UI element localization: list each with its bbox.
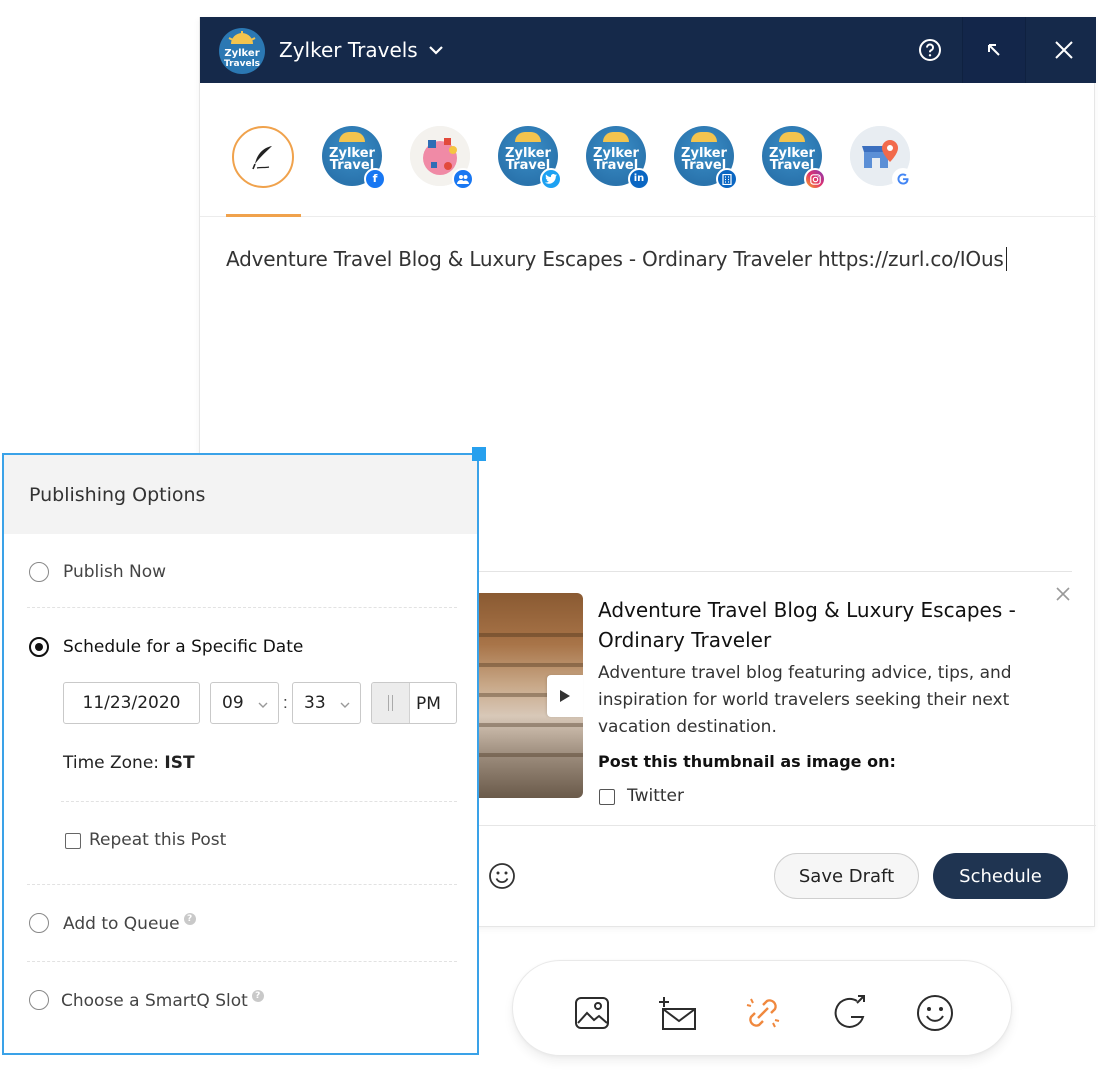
divider [478,825,1096,826]
panel-header: Publishing Options [4,455,477,534]
post-text-editor[interactable]: Adventure Travel Blog & Luxury Escapes -… [226,247,1007,271]
schedule-button[interactable]: Schedule [933,853,1068,899]
add-to-queue-label: Add to Queue [63,914,180,934]
emoji-icon [917,995,953,1031]
panel-title: Publishing Options [29,484,206,506]
post-text: Adventure Travel Blog & Luxury Escapes -… [226,247,1004,271]
schedule-date-field[interactable]: 11/23/2020 [63,682,200,724]
active-tab-indicator [226,214,301,217]
smartq-slot-label: Choose a SmartQ Slot [61,991,248,1011]
hour-select[interactable]: 09 [210,682,279,724]
divider [61,801,457,802]
add-to-queue-radio[interactable] [29,913,49,933]
close-icon [1056,587,1070,601]
share-icon [834,995,865,1028]
minute-select[interactable]: 33 [292,682,361,724]
help-icon[interactable]: ? [183,913,196,925]
profile-facebook[interactable]: Zylker Travel f [322,126,386,190]
profile-twitter[interactable]: Zylker Travel [498,126,562,190]
svg-text:Zylker: Zylker [224,48,259,59]
minimize-button[interactable] [962,17,1026,83]
timezone-label: Time Zone: [63,753,160,773]
twitter-icon [540,168,562,190]
text-caret [1005,247,1007,271]
arrow-up-left-icon [988,44,1000,56]
divider [27,961,457,962]
preview-title: Adventure Travel Blog & Luxury Escapes -… [598,598,1016,652]
minute-value: 33 [304,693,326,713]
link-icon [746,998,780,1028]
timezone-value: IST [164,753,195,773]
link-shortener-button[interactable] [741,991,785,1035]
share-button[interactable] [827,991,871,1035]
facebook-icon: f [364,168,386,190]
remove-preview-button[interactable] [1054,585,1072,608]
timezone-display: Time Zone: IST [63,753,195,773]
profile-linkedin[interactable]: Zylker Travel in [586,126,650,190]
play-thumbnail-button[interactable] [547,675,583,717]
divider [27,607,457,608]
chevron-down-icon[interactable] [428,42,444,63]
panel-resize-handle[interactable] [472,447,486,461]
divider [27,884,457,885]
close-icon [1055,41,1073,59]
emoji-picker-button[interactable] [913,991,957,1035]
building-icon [716,168,738,190]
emoji-button[interactable] [488,862,516,895]
image-icon [575,997,609,1029]
google-icon [892,168,914,190]
thumbnail-post-label: Post this thumbnail as image on: [598,752,896,771]
repeat-post-label[interactable]: Repeat this Post [89,830,226,850]
instagram-icon [804,168,826,190]
divider [478,571,1072,572]
group-icon [452,168,474,190]
brand-logo: Zylker Travels [219,28,265,74]
smartq-slot-radio[interactable] [29,990,49,1010]
twitter-thumbnail-label: Twitter [627,786,684,806]
chevron-down-icon [257,696,269,716]
play-icon [560,690,570,702]
time-separator: : [283,693,288,712]
am-pm-toggle[interactable]: PM [371,682,457,724]
smartq-slot-option[interactable]: Choose a SmartQ Slot? [61,990,264,1011]
profile-linkedin-page[interactable]: Zylker Travel [674,126,738,190]
profile-facebook-group[interactable] [410,126,474,190]
help-icon [919,39,941,61]
profile-selector: Zylker Travel f Zylker Travel Zylker Tra… [200,83,1096,217]
compose-tab[interactable] [232,126,294,188]
compose-toolbar [512,960,1012,1056]
quill-pen-icon [252,146,272,170]
meridiem-value: PM [416,694,441,714]
composer-header: Zylker Travels Zylker Travels [200,17,1096,83]
svg-text:Travels: Travels [224,59,260,69]
linkedin-icon: in [628,168,650,190]
repeat-post-checkbox[interactable] [65,833,81,849]
toggle-knob[interactable] [372,683,410,723]
profile-google-my-business[interactable] [850,126,914,190]
account-name[interactable]: Zylker Travels [279,38,418,62]
chevron-down-icon [339,696,351,716]
publish-now-radio[interactable] [29,562,49,582]
save-draft-button[interactable]: Save Draft [774,853,919,899]
profile-instagram[interactable]: Zylker Travel [762,126,826,190]
hour-value: 09 [222,693,244,713]
close-button[interactable] [1032,17,1096,83]
help-icon[interactable]: ? [251,990,264,1002]
preview-description: Adventure travel blog featuring advice, … [598,663,1012,737]
newsletter-icon [659,997,696,1030]
emoji-icon [489,863,515,889]
help-button[interactable] [898,17,962,83]
schedule-specific-label[interactable]: Schedule for a Specific Date [63,637,303,657]
add-to-queue-option[interactable]: Add to Queue? [63,913,196,934]
publish-now-label[interactable]: Publish Now [63,562,166,582]
add-image-button[interactable] [570,991,614,1035]
publishing-options-panel: Publishing Options Publish Now Schedule … [2,453,479,1055]
add-newsletter-button[interactable] [655,991,699,1035]
twitter-thumbnail-checkbox[interactable] [599,789,615,805]
schedule-specific-radio[interactable] [29,637,49,657]
